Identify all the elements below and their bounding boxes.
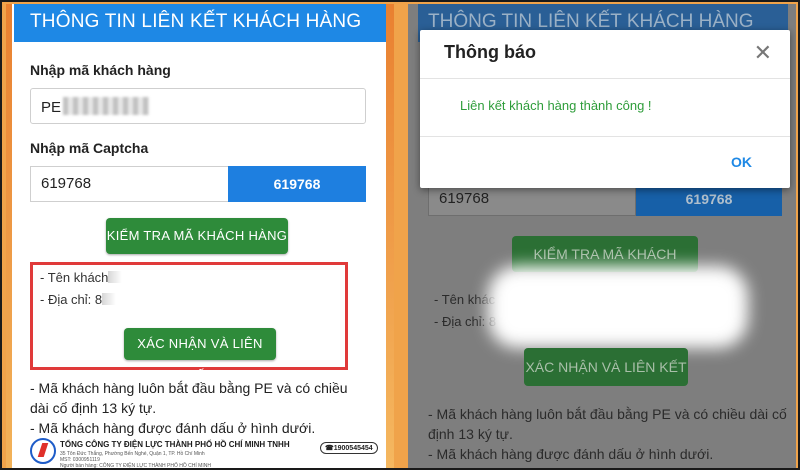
confirm-link-button[interactable]: XÁC NHẬN VÀ LIÊN KẾT [124, 328, 276, 383]
captcha-input[interactable]: 619768 [30, 166, 228, 202]
company-seller: Người bán hàng: CÔNG TY ĐIỆN LỰC THÀNH P… [60, 463, 211, 469]
ok-button[interactable]: OK [731, 154, 752, 170]
dialog-message: Liên kết khách hàng thành công ! [460, 98, 652, 113]
note-prefix-dimmed: - Mã khách hàng luôn bắt đầu bằng PE và … [428, 406, 787, 442]
customer-name-row-dimmed: - Tên khác [434, 292, 496, 307]
evn-logo-icon [30, 438, 56, 464]
customer-name-row: - Tên khách [40, 270, 123, 285]
confirm-link-button-dimmed: XÁC NHẬN VÀ LIÊN KẾT [524, 348, 688, 386]
dialog-divider [420, 78, 790, 79]
note-marked: - Mã khách hàng được đánh dấu ở hình dướ… [30, 420, 316, 436]
redaction-blob [488, 266, 748, 348]
customer-address-row-dimmed: - Địa chỉ: 8 [434, 314, 497, 329]
check-customer-button[interactable]: KIỂM TRA MÃ KHÁCH HÀNG [106, 218, 288, 254]
customer-code-value: PE [41, 99, 62, 116]
left-phone-screen: THÔNG TIN LIÊN KẾT KHÁCH HÀNG Nhập mã kh… [6, 4, 394, 469]
captcha-image: 619768 [228, 166, 366, 202]
bill-sample: TỔNG CÔNG TY ĐIỆN LỰC THÀNH PHỐ HỒ CHÍ M… [30, 436, 378, 469]
customer-code-label: Nhập mã khách hàng [30, 62, 171, 78]
notification-dialog: Thông báo ✕ Liên kết khách hàng thành cô… [420, 30, 790, 188]
hotline-badge: ☎1900545454 [320, 442, 378, 454]
dialog-divider [420, 136, 790, 137]
captcha-label: Nhập mã Captcha [30, 140, 149, 156]
note-marked-dimmed: - Mã khách hàng được đánh dấu ở hình dướ… [428, 446, 714, 462]
close-icon[interactable]: ✕ [754, 40, 772, 66]
company-name: TỔNG CÔNG TY ĐIỆN LỰC THÀNH PHỐ HỒ CHÍ M… [60, 440, 290, 449]
customer-address-row: - Địa chỉ: 8 [40, 292, 117, 307]
dialog-title: Thông báo [444, 42, 536, 62]
customer-code-input[interactable]: PE [30, 88, 366, 124]
screenshot-frame: THÔNG TIN LIÊN KẾT KHÁCH HÀNG Nhập mã kh… [0, 0, 800, 470]
right-phone-screen: THÔNG TIN LIÊN KẾT KHÁCH HÀNG 619768 619… [408, 4, 796, 468]
note-prefix: - Mã khách hàng luôn bắt đầu bằng PE và … [30, 380, 348, 416]
redacted-blur [63, 97, 150, 115]
page-header: THÔNG TIN LIÊN KẾT KHÁCH HÀNG [14, 4, 386, 42]
